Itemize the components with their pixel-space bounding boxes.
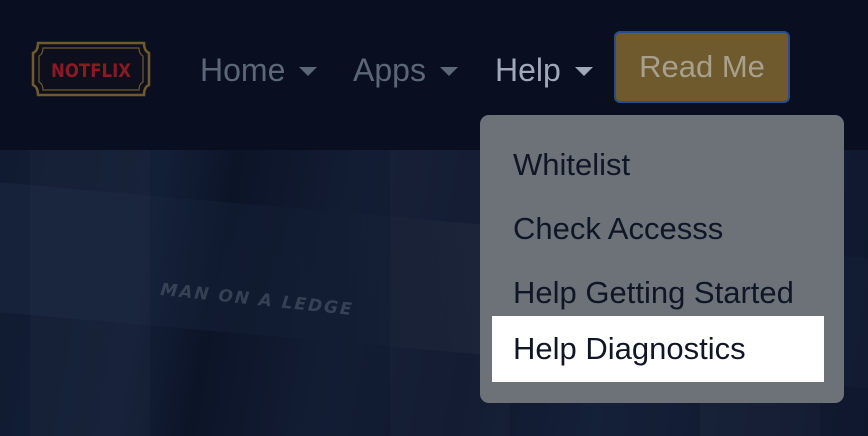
notflix-logo[interactable]: NOTFLIX [30, 40, 152, 98]
nav-help[interactable]: Help [495, 48, 593, 92]
menu-item-whitelist[interactable]: Whitelist [492, 132, 824, 198]
help-dropdown-menu: Whitelist Check Accesss Help Getting Sta… [480, 115, 844, 403]
chevron-down-icon [439, 66, 458, 76]
nav-apps[interactable]: Apps [353, 48, 458, 92]
chevron-down-icon [299, 66, 318, 76]
logo-text: NOTFLIX [51, 60, 131, 82]
menu-item-help-diagnostics[interactable]: Help Diagnostics [492, 316, 824, 382]
chevron-down-icon [574, 66, 593, 76]
read-me-button[interactable]: Read Me [614, 31, 790, 103]
nav-home[interactable]: Home [200, 48, 318, 92]
menu-item-check-access[interactable]: Check Accesss [492, 196, 824, 262]
nav-help-label: Help [495, 51, 561, 88]
nav-apps-label: Apps [353, 51, 426, 88]
nav-home-label: Home [200, 51, 286, 88]
